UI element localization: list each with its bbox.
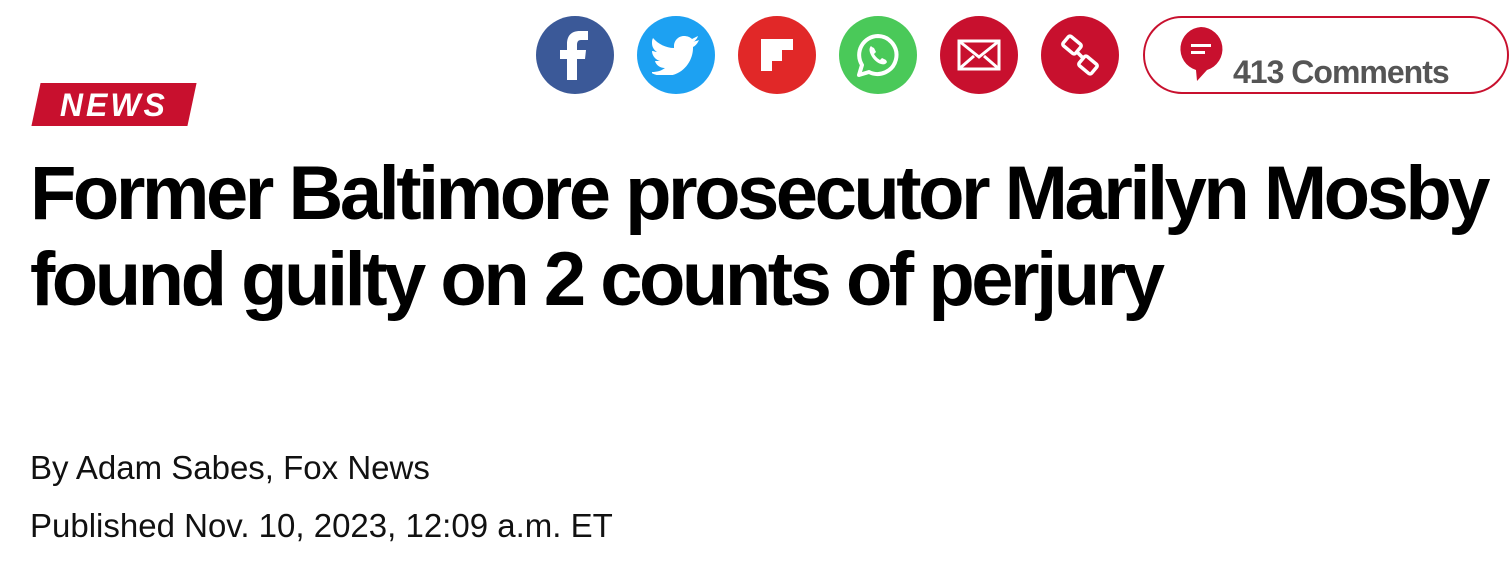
envelope-icon [957,39,1001,71]
flipboard-share-button[interactable] [738,16,816,94]
whatsapp-share-button[interactable] [839,16,917,94]
article-byline: By Adam Sabes, Fox News [30,449,430,486]
article-headline: Former Baltimore prosecutor Marilyn Mosb… [30,151,1491,322]
comments-button[interactable]: 413 Comments [1143,16,1509,94]
facebook-icon [560,31,588,80]
twitter-bird-icon [652,36,699,75]
copy-link-share-button[interactable] [1041,16,1119,94]
twitter-share-button[interactable] [637,16,715,94]
comment-bubble-icon [1180,27,1223,81]
comments-count: 413 Comments [1233,54,1450,90]
flipboard-icon [761,39,793,71]
published-timestamp: Published Nov. 10, 2023, 12:09 a.m. ET [30,507,613,544]
whatsapp-icon [857,34,899,77]
link-icon [1061,34,1099,76]
section-badge-label: NEWS [60,86,168,123]
share-bar [536,16,1119,94]
section-badge[interactable]: NEWS [31,83,197,126]
facebook-share-button[interactable] [536,16,614,94]
email-share-button[interactable] [940,16,1018,94]
